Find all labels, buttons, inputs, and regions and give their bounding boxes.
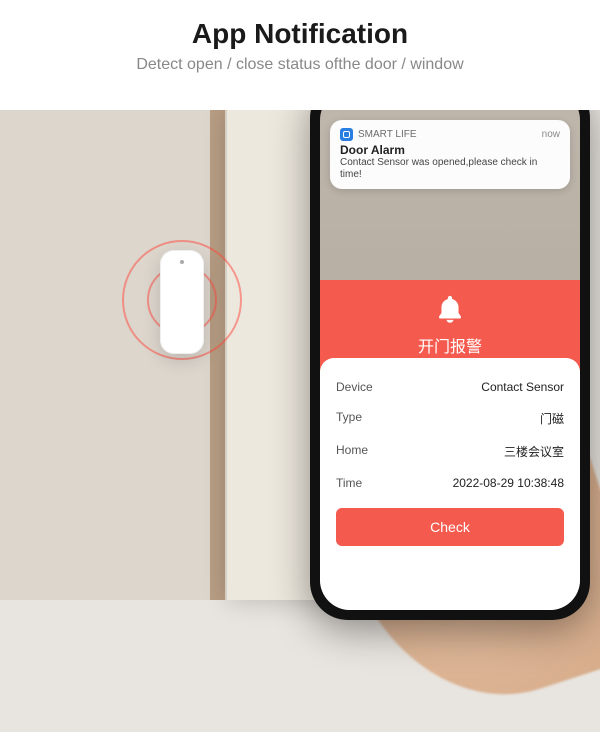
door-sensor-device [160,250,204,354]
alarm-banner-label: 开门报警 [418,333,482,357]
detail-row-home: Home 三楼会议室 [336,435,564,468]
detail-value: Contact Sensor [481,380,564,394]
notification-body: Contact Sensor was opened,please check i… [340,157,560,181]
detail-value: 2022-08-29 10:38:48 [453,476,564,490]
alarm-details-card: Device Contact Sensor Type 门磁 Home 三楼会议室… [320,358,580,610]
bell-icon [433,293,467,327]
detail-label: Type [336,410,362,427]
detail-value: 门磁 [540,410,564,427]
detail-label: Home [336,443,368,460]
detail-label: Device [336,380,373,394]
page-subtitle: Detect open / close status ofthe door / … [0,56,600,74]
alarm-banner: 开门报警 [320,280,580,370]
page-title: App Notification [0,18,600,50]
phone-screen: SMART LIFE now Door Alarm Contact Sensor… [320,90,580,610]
notification-time: now [542,129,560,140]
check-button[interactable]: Check [336,508,564,546]
app-icon [340,128,353,141]
detail-row-device: Device Contact Sensor [336,372,564,402]
detail-row-time: Time 2022-08-29 10:38:48 [336,468,564,498]
push-notification[interactable]: SMART LIFE now Door Alarm Contact Sensor… [330,120,570,189]
phone-mockup: SMART LIFE now Door Alarm Contact Sensor… [310,80,590,620]
notification-app-name: SMART LIFE [358,129,417,140]
scene-illustration: SMART LIFE now Door Alarm Contact Sensor… [0,110,600,600]
detail-label: Time [336,476,362,490]
notification-title: Door Alarm [340,143,560,157]
detail-value: 三楼会议室 [504,443,564,460]
detail-row-type: Type 门磁 [336,402,564,435]
marketing-header: App Notification Detect open / close sta… [0,0,600,110]
